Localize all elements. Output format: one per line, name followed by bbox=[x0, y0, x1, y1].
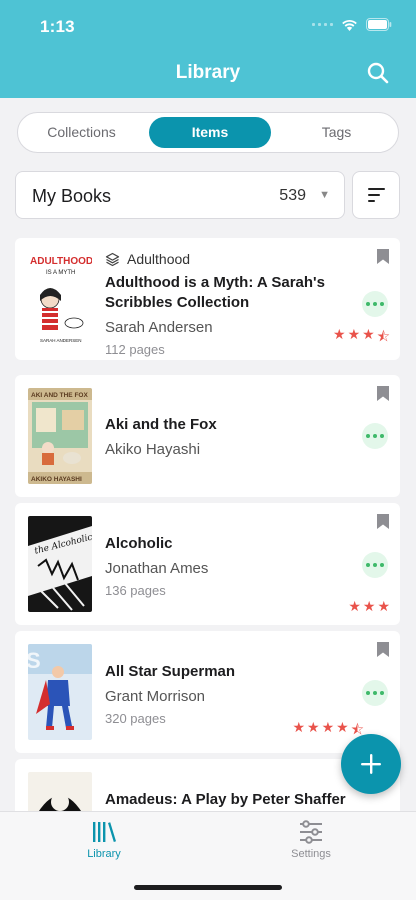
add-book-button[interactable] bbox=[341, 734, 401, 794]
book-cover[interactable]: AKI AND THE FOX AKIKO HAYASHI bbox=[28, 388, 92, 484]
book-card[interactable]: S All Star Superman Grant Morrison 320 p… bbox=[15, 631, 400, 753]
star-icon: ★ bbox=[362, 326, 375, 342]
book-info: Aki and the Fox Akiko Hayashi bbox=[105, 415, 360, 459]
tab-label: Library bbox=[87, 848, 121, 860]
status-bar: 1:13 bbox=[0, 0, 416, 52]
star-icon: ★ bbox=[292, 719, 306, 735]
svg-text:AKI AND THE FOX: AKI AND THE FOX bbox=[31, 392, 88, 399]
page-title: Library bbox=[175, 62, 241, 83]
bookmark-icon[interactable] bbox=[376, 385, 390, 407]
collection-line: Adulthood bbox=[105, 251, 360, 267]
view-segmented-control: Collections Items Tags bbox=[17, 112, 399, 153]
sliders-icon bbox=[300, 820, 322, 844]
book-cover[interactable]: ADULTHOOD IS A MYTH SARAH ANDERSEN bbox=[28, 251, 92, 347]
bookmark-icon[interactable] bbox=[376, 248, 390, 270]
svg-text:IS A MYTH: IS A MYTH bbox=[46, 270, 75, 276]
book-title[interactable]: Adulthood is a Myth: A Sarah's Scribbles… bbox=[105, 273, 360, 313]
book-author: Grant Morrison bbox=[105, 688, 206, 705]
star-icon: ★ bbox=[333, 326, 346, 342]
star-icon: ★ bbox=[321, 719, 335, 735]
sort-icon bbox=[368, 188, 385, 202]
svg-text:ADULTHOOD: ADULTHOOD bbox=[30, 256, 92, 267]
book-cover[interactable]: the Alcoholic bbox=[28, 516, 92, 612]
book-pages: 136 pages bbox=[105, 583, 166, 598]
book-info: All Star Superman Grant Morrison 320 pag… bbox=[105, 662, 360, 726]
tab-collections[interactable]: Collections bbox=[18, 117, 145, 148]
book-card[interactable]: the Alcoholic Alcoholic Jonathan Ames 13… bbox=[15, 503, 400, 625]
battery-icon bbox=[366, 18, 392, 31]
star-icon: ★ bbox=[362, 598, 376, 614]
search-icon[interactable] bbox=[366, 61, 390, 85]
rating-stars: ★ ★ ★ ⯪ bbox=[333, 326, 390, 350]
svg-text:S: S bbox=[28, 648, 41, 673]
sort-button[interactable] bbox=[352, 171, 400, 219]
book-title[interactable]: Alcoholic bbox=[105, 534, 360, 554]
book-author: Jonathan Ames bbox=[105, 560, 209, 577]
book-title[interactable]: All Star Superman bbox=[105, 662, 360, 682]
star-half-icon: ⯪ bbox=[376, 328, 390, 344]
book-card[interactable]: ADULTHOOD IS A MYTH SARAH ANDERSEN Adult… bbox=[15, 238, 400, 360]
svg-text:SARAH ANDERSEN: SARAH ANDERSEN bbox=[40, 338, 82, 343]
collection-name: Adulthood bbox=[127, 251, 191, 267]
shelf-dropdown[interactable]: My Books 539 ▼ bbox=[15, 171, 345, 219]
app-header: 1:13 Library bbox=[0, 0, 416, 98]
library-icon bbox=[93, 822, 116, 842]
book-info: Alcoholic Jonathan Ames 136 pages bbox=[105, 534, 360, 598]
book-pages: 112 pages bbox=[105, 342, 165, 357]
signal-icon bbox=[312, 23, 333, 26]
home-indicator bbox=[134, 885, 282, 890]
star-icon: ★ bbox=[336, 719, 349, 735]
status-icons bbox=[312, 18, 392, 31]
book-title[interactable]: Amadeus: A Play by Peter Shaffer bbox=[105, 790, 360, 810]
tab-label: Settings bbox=[291, 848, 331, 860]
tab-settings[interactable]: Settings bbox=[271, 820, 351, 860]
more-options-button[interactable] bbox=[362, 680, 388, 706]
book-author: Sarah Andersen bbox=[105, 319, 213, 336]
star-icon: ★ bbox=[347, 326, 361, 342]
book-card[interactable]: AKI AND THE FOX AKIKO HAYASHI Aki and th… bbox=[15, 375, 400, 497]
star-icon: ★ bbox=[377, 598, 390, 614]
tab-library[interactable]: Library bbox=[64, 820, 144, 860]
layers-icon bbox=[105, 252, 120, 266]
more-options-button[interactable] bbox=[362, 552, 388, 578]
shelf-count: 539 bbox=[279, 187, 306, 204]
rating-stars: ★ ★ ★ bbox=[348, 598, 390, 615]
more-options-button[interactable] bbox=[362, 423, 388, 449]
book-title[interactable]: Aki and the Fox bbox=[105, 415, 360, 435]
book-info: Amadeus: A Play by Peter Shaffer bbox=[105, 790, 360, 810]
wifi-icon bbox=[341, 19, 358, 31]
more-options-button[interactable] bbox=[362, 291, 388, 317]
star-icon: ★ bbox=[348, 598, 361, 614]
book-info: Adulthood Adulthood is a Myth: A Sarah's… bbox=[105, 251, 360, 357]
bookmark-icon[interactable] bbox=[376, 513, 390, 535]
bookmark-icon[interactable] bbox=[376, 641, 390, 663]
star-icon: ★ bbox=[307, 719, 320, 735]
svg-text:AKIKO HAYASHI: AKIKO HAYASHI bbox=[31, 476, 82, 483]
tab-items[interactable]: Items bbox=[149, 117, 271, 148]
book-cover[interactable]: S bbox=[28, 644, 92, 740]
caret-down-icon: ▼ bbox=[319, 189, 330, 201]
status-time: 1:13 bbox=[40, 17, 75, 36]
book-author: Akiko Hayashi bbox=[105, 441, 201, 458]
shelf-name: My Books bbox=[32, 186, 112, 206]
tab-tags[interactable]: Tags bbox=[275, 117, 398, 148]
plus-icon bbox=[361, 754, 381, 774]
